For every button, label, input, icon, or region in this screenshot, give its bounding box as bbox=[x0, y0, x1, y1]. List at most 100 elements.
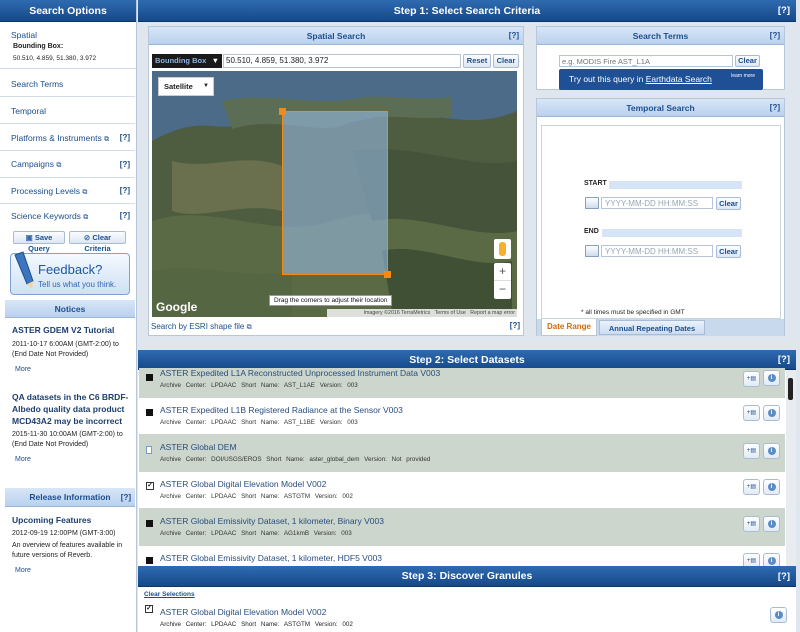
step2-header: Step 2: Select Datasets [?] bbox=[138, 350, 796, 370]
sidebar-item-temporal[interactable]: Temporal bbox=[0, 98, 135, 124]
dataset-title[interactable]: ASTER Expedited L1B Registered Radiance … bbox=[160, 405, 403, 415]
sidebar-item-processing-levels[interactable]: Processing Levels ⧉ [?] bbox=[0, 178, 135, 204]
notice-more-link[interactable]: More bbox=[15, 456, 132, 463]
help-link[interactable]: [?] bbox=[778, 350, 790, 370]
notice-title[interactable]: ASTER GDEM V2 Tutorial bbox=[12, 325, 132, 335]
temporal-inner bbox=[541, 125, 781, 319]
save-query-button[interactable]: ▣ Save Query bbox=[13, 231, 65, 253]
end-clear-button[interactable]: Clear bbox=[716, 245, 741, 258]
step2-title: Step 2: Select Datasets bbox=[409, 354, 525, 366]
bounding-box-selection[interactable] bbox=[282, 111, 388, 275]
terms-of-use-link[interactable]: Terms of Use bbox=[435, 310, 466, 316]
granule-checkbox-checked[interactable]: ✓ bbox=[145, 605, 153, 613]
start-date-input[interactable]: YYYY-MM-DD HH:MM:SS bbox=[601, 197, 713, 209]
notice-more-link[interactable]: More bbox=[15, 366, 132, 373]
help-link[interactable]: [?] bbox=[770, 27, 780, 45]
sidebar-item-platforms[interactable]: Platforms & Instruments ⧉ [?] bbox=[0, 125, 135, 151]
sidebar-item-science-keywords[interactable]: Science Keywords ⧉ [?] bbox=[0, 204, 135, 228]
dataset-scrollbar[interactable] bbox=[786, 370, 796, 566]
save-icon: ▣ bbox=[25, 233, 33, 242]
map-type-select[interactable]: Satellite ▼ bbox=[158, 77, 214, 96]
calendar-icon[interactable] bbox=[585, 197, 599, 209]
help-link[interactable]: [?] bbox=[778, 566, 790, 587]
feedback-banner[interactable]: Feedback? Tell us what you think. bbox=[10, 251, 130, 295]
street-view-pegman-icon[interactable] bbox=[494, 239, 511, 259]
help-link[interactable]: [?] bbox=[509, 27, 519, 45]
release-date: 2012-09-19 12:00PM (GMT-3:00) bbox=[12, 530, 116, 537]
dataset-row[interactable]: ASTER Expedited L1A Reconstructed Unproc… bbox=[139, 368, 785, 398]
dataset-row[interactable]: ASTER Global Emissivity Dataset, 1 kilom… bbox=[139, 509, 785, 546]
info-icon[interactable]: i bbox=[763, 516, 780, 532]
dataset-row[interactable]: ASTER Global DEM Archive Center: DOI/USG… bbox=[139, 435, 785, 472]
dataset-row[interactable]: ✓ ASTER Global Digital Elevation Model V… bbox=[139, 472, 785, 509]
start-bar bbox=[609, 181, 742, 189]
release-info-header: Release Information [?] bbox=[5, 488, 135, 507]
add-dataset-icon[interactable]: +▤ bbox=[743, 443, 760, 459]
tab-annual-repeating[interactable]: Annual Repeating Dates bbox=[599, 320, 705, 335]
external-link-icon: ⧉ bbox=[56, 162, 62, 169]
help-link[interactable]: [?] bbox=[778, 0, 790, 22]
bbox-corner-handle[interactable] bbox=[384, 271, 391, 278]
bbox-mode-select[interactable]: Bounding Box ▼ bbox=[152, 54, 222, 68]
clear-criteria-button[interactable]: ⊘ Clear Criteria bbox=[69, 231, 126, 253]
dataset-title[interactable]: ASTER Global DEM bbox=[160, 442, 237, 452]
bbox-reset-button[interactable]: Reset bbox=[463, 54, 491, 68]
dataset-title[interactable]: ASTER Global Emissivity Dataset, 1 kilom… bbox=[160, 553, 382, 563]
search-terms-input[interactable] bbox=[559, 55, 733, 67]
sidebar-item-spatial[interactable]: Spatial Bounding Box: 50.510, 4.859, 51.… bbox=[0, 25, 136, 69]
bbox-coords-input[interactable]: 50.510, 4.859, 51.380, 3.972 bbox=[223, 54, 461, 68]
zoom-in-button[interactable]: + bbox=[494, 263, 511, 281]
scrollbar-thumb[interactable] bbox=[788, 378, 793, 400]
dataset-checkbox[interactable] bbox=[146, 374, 153, 381]
add-dataset-icon[interactable]: +▤ bbox=[743, 553, 760, 566]
dataset-checkbox[interactable] bbox=[146, 520, 153, 527]
release-title[interactable]: Upcoming Features bbox=[12, 515, 132, 525]
dataset-row[interactable]: ASTER Expedited L1B Registered Radiance … bbox=[139, 398, 785, 435]
notice-title[interactable]: QA datasets in the C6 BRDF-Albedo qualit… bbox=[12, 391, 132, 427]
bbox-clear-button[interactable]: Clear bbox=[493, 54, 519, 68]
dataset-title[interactable]: ASTER Global Emissivity Dataset, 1 kilom… bbox=[160, 516, 384, 526]
calendar-icon[interactable] bbox=[585, 245, 599, 257]
external-link-icon: ⧉ bbox=[82, 189, 88, 196]
earthdata-search-link[interactable]: Earthdata Search bbox=[646, 74, 712, 84]
end-label: END bbox=[584, 228, 599, 235]
add-dataset-icon[interactable]: +▤ bbox=[743, 479, 760, 495]
help-link[interactable]: [?] bbox=[510, 321, 520, 330]
dataset-title[interactable]: ASTER Global Digital Elevation Model V00… bbox=[160, 479, 326, 489]
learn-more-link[interactable]: learn more bbox=[731, 66, 755, 87]
info-icon[interactable]: i bbox=[763, 479, 780, 495]
dataset-checkbox[interactable] bbox=[146, 409, 153, 416]
end-date-input[interactable]: YYYY-MM-DD HH:MM:SS bbox=[601, 245, 713, 257]
granule-dataset-title[interactable]: ASTER Global Digital Elevation Model V00… bbox=[160, 607, 326, 617]
release-more-link[interactable]: More bbox=[15, 567, 132, 574]
help-link[interactable]: [?] bbox=[121, 488, 131, 507]
dataset-checkbox-checked[interactable]: ✓ bbox=[146, 482, 154, 490]
start-clear-button[interactable]: Clear bbox=[716, 197, 741, 210]
help-link[interactable]: [?] bbox=[770, 99, 780, 117]
bbox-corner-handle[interactable] bbox=[279, 108, 286, 115]
help-link[interactable]: [?] bbox=[120, 178, 130, 204]
map-viewport[interactable]: Satellite ▼ + − Google Drag the corners … bbox=[152, 71, 517, 317]
help-link[interactable]: [?] bbox=[120, 125, 130, 151]
dataset-title[interactable]: ASTER Expedited L1A Reconstructed Unproc… bbox=[160, 368, 440, 378]
add-dataset-icon[interactable]: +▤ bbox=[743, 405, 760, 421]
info-icon[interactable]: i bbox=[763, 553, 780, 566]
dataset-row[interactable]: ASTER Global Emissivity Dataset, 1 kilom… bbox=[139, 546, 785, 566]
info-icon[interactable]: i bbox=[770, 607, 787, 623]
zoom-out-button[interactable]: − bbox=[494, 281, 511, 299]
help-link[interactable]: [?] bbox=[120, 204, 130, 228]
esri-shapefile-label: Search by ESRI shape file bbox=[151, 322, 245, 331]
sidebar-item-campaigns[interactable]: Campaigns ⧉ [?] bbox=[0, 151, 135, 178]
sidebar-item-search-terms[interactable]: Search Terms bbox=[0, 71, 135, 97]
dataset-checkbox[interactable] bbox=[146, 557, 153, 564]
add-dataset-icon[interactable]: +▤ bbox=[743, 371, 760, 387]
tab-date-range[interactable]: Date Range bbox=[541, 319, 597, 336]
add-dataset-icon[interactable]: +▤ bbox=[743, 516, 760, 532]
report-map-error-link[interactable]: Report a map error bbox=[470, 310, 515, 316]
info-icon[interactable]: i bbox=[763, 405, 780, 421]
esri-shapefile-link[interactable]: Search by ESRI shape file ⧉ bbox=[151, 322, 252, 332]
info-icon[interactable]: i bbox=[763, 443, 780, 459]
info-icon[interactable]: i bbox=[763, 370, 780, 386]
clear-selections-link[interactable]: Clear Selections bbox=[144, 591, 195, 598]
help-link[interactable]: [?] bbox=[120, 151, 130, 178]
